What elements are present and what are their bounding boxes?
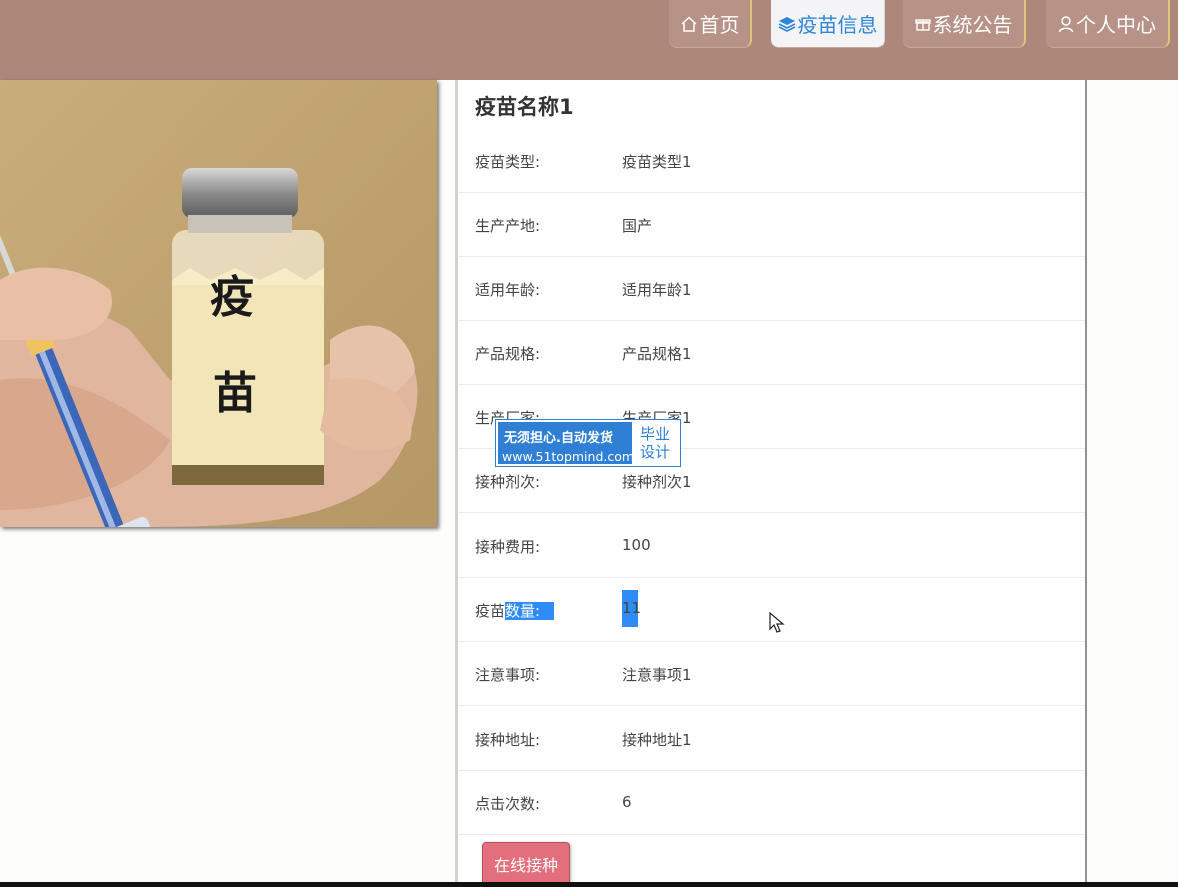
detail-row-type: 疫苗类型: 疫苗类型1 bbox=[458, 129, 1085, 193]
nav-home[interactable]: 首页 bbox=[669, 0, 752, 48]
layers-icon bbox=[778, 15, 796, 33]
row-label: 接种地址: bbox=[475, 731, 541, 749]
row-value: 接种剂次1 bbox=[622, 473, 692, 491]
detail-row-spec: 产品规格: 产品规格1 bbox=[458, 321, 1085, 385]
row-value: 适用年龄1 bbox=[622, 281, 692, 299]
detail-row-origin: 生产产地: 国产 bbox=[458, 193, 1085, 257]
row-label-selected: 数量: bbox=[505, 602, 555, 620]
nav-vaccine-info-label: 疫苗信息 bbox=[797, 13, 878, 37]
row-label: 点击次数: bbox=[475, 795, 541, 813]
online-vaccination-button[interactable]: 在线接种 bbox=[482, 842, 570, 885]
row-label: 疫苗类型: bbox=[475, 153, 541, 171]
watermark-line1: 无须担心.自动发货 bbox=[504, 431, 613, 446]
row-label: 疫苗数量: bbox=[475, 600, 555, 621]
detail-row-fee: 接种费用: 100 bbox=[458, 514, 1085, 578]
row-value: 接种地址1 bbox=[622, 731, 692, 749]
watermark-url: www.51topmind.com bbox=[502, 449, 635, 464]
nav-home-label: 首页 bbox=[699, 13, 740, 37]
detail-row-notes: 注意事项: 注意事项1 bbox=[458, 642, 1085, 706]
row-label: 接种剂次: bbox=[475, 473, 541, 491]
watermark-box-line1: 毕业 bbox=[639, 425, 670, 443]
detail-row-address: 接种地址: 接种地址1 bbox=[458, 707, 1085, 771]
nav-personal-center-label: 个人中心 bbox=[1076, 13, 1156, 37]
vial-label-2: 苗 bbox=[213, 368, 257, 419]
row-label-prefix: 疫苗 bbox=[475, 602, 506, 620]
watermark-box: 毕业 设计 bbox=[632, 422, 678, 464]
row-value-selected: 11 bbox=[622, 590, 641, 627]
home-icon bbox=[680, 15, 698, 33]
bottom-edge bbox=[0, 882, 1178, 887]
vaccine-detail-panel: 疫苗名称1 疫苗类型: 疫苗类型1 生产产地: 国产 适用年龄: 适用年龄1 产… bbox=[455, 80, 1087, 887]
row-value: 疫苗类型1 bbox=[622, 153, 692, 171]
row-value: 产品规格1 bbox=[622, 345, 692, 363]
mouse-cursor-icon bbox=[769, 611, 785, 638]
detail-row-clicks: 点击次数: 6 bbox=[458, 771, 1085, 835]
row-value: 国产 bbox=[622, 217, 653, 235]
top-nav-bar: 首页 疫苗信息 系统公告 个人中心 bbox=[0, 0, 1178, 80]
vaccine-photo: 疫 苗 bbox=[0, 80, 437, 527]
detail-row-age: 适用年龄: 适用年龄1 bbox=[458, 257, 1085, 321]
nav-personal-center[interactable]: 个人中心 bbox=[1046, 0, 1170, 48]
row-label: 生产产地: bbox=[475, 217, 541, 235]
vial-label-1: 疫 bbox=[210, 272, 254, 323]
nav-vaccine-info[interactable]: 疫苗信息 bbox=[771, 0, 885, 48]
row-label: 适用年龄: bbox=[475, 281, 541, 299]
watermark-badge: 无须担心.自动发货 www.51topmind.com 毕业 设计 bbox=[496, 420, 680, 466]
row-value: 6 bbox=[622, 793, 632, 811]
row-label: 产品规格: bbox=[475, 345, 541, 363]
watermark-box-line2: 设计 bbox=[639, 443, 670, 461]
row-value: 注意事项1 bbox=[622, 666, 692, 684]
nav-announcements-label: 系统公告 bbox=[932, 13, 1013, 37]
vaccine-title: 疫苗名称1 bbox=[475, 95, 574, 119]
user-icon bbox=[1058, 15, 1074, 33]
row-label: 注意事项: bbox=[475, 666, 541, 684]
row-value: 100 bbox=[622, 536, 651, 554]
row-label: 接种费用: bbox=[475, 538, 541, 556]
gift-icon bbox=[914, 16, 931, 32]
nav-announcements[interactable]: 系统公告 bbox=[903, 0, 1026, 48]
